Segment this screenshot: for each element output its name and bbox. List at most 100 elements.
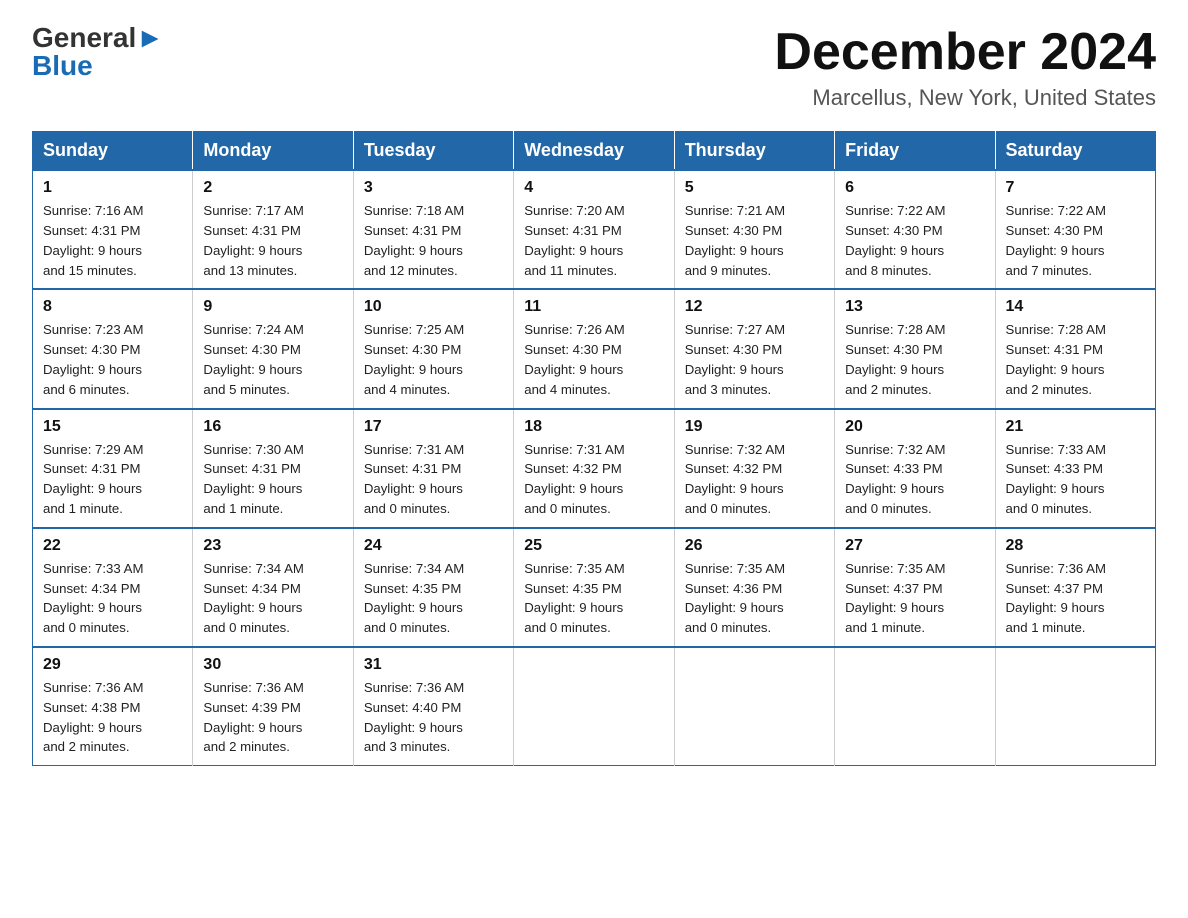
day-info: Sunrise: 7:35 AMSunset: 4:35 PMDaylight:… (524, 559, 663, 638)
header-thursday: Thursday (674, 132, 834, 171)
week-row-2: 8 Sunrise: 7:23 AMSunset: 4:30 PMDaylight… (33, 289, 1156, 408)
day-number: 13 (845, 298, 984, 316)
calendar-cell: 26 Sunrise: 7:35 AMSunset: 4:36 PMDayligh… (674, 528, 834, 647)
calendar-cell: 3 Sunrise: 7:18 AMSunset: 4:31 PMDaylight… (353, 170, 513, 289)
day-info: Sunrise: 7:36 AMSunset: 4:37 PMDaylight:… (1006, 559, 1145, 638)
location-subtitle: Marcellus, New York, United States (774, 85, 1156, 111)
calendar-cell: 2Sunrise: 7:17 AMSunset: 4:31 PMDaylight… (193, 170, 353, 289)
calendar-cell: 21Sunrise: 7:33 AMSunset: 4:33 PMDayligh… (995, 409, 1155, 528)
header-tuesday: Tuesday (353, 132, 513, 171)
calendar-cell: 20 Sunrise: 7:32 AMSunset: 4:33 PMDayligh… (835, 409, 995, 528)
calendar-header-row: SundayMondayTuesdayWednesdayThursdayFrid… (33, 132, 1156, 171)
calendar-cell: 24 Sunrise: 7:34 AMSunset: 4:35 PMDayligh… (353, 528, 513, 647)
day-info: Sunrise: 7:36 AMSunset: 4:40 PMDaylight:… (364, 678, 503, 757)
day-number: 25 (524, 537, 663, 555)
day-info: Sunrise: 7:32 AMSunset: 4:33 PMDaylight:… (845, 440, 984, 519)
calendar-cell: 22 Sunrise: 7:33 AMSunset: 4:34 PMDayligh… (33, 528, 193, 647)
day-number: 16 (203, 418, 342, 436)
calendar-cell: 30Sunrise: 7:36 AMSunset: 4:39 PMDayligh… (193, 647, 353, 766)
day-info: Sunrise: 7:35 AMSunset: 4:36 PMDaylight:… (685, 559, 824, 638)
day-info: Sunrise: 7:33 AMSunset: 4:33 PMDaylight:… (1006, 440, 1145, 519)
day-number: 17 (364, 418, 503, 436)
calendar-cell: 16 Sunrise: 7:30 AMSunset: 4:31 PMDayligh… (193, 409, 353, 528)
week-row-4: 22 Sunrise: 7:33 AMSunset: 4:34 PMDayligh… (33, 528, 1156, 647)
calendar-cell: 28 Sunrise: 7:36 AMSunset: 4:37 PMDayligh… (995, 528, 1155, 647)
day-info: Sunrise: 7:36 AMSunset: 4:38 PMDaylight:… (43, 678, 182, 757)
day-info: Sunrise: 7:30 AMSunset: 4:31 PMDaylight:… (203, 440, 342, 519)
day-number: 15 (43, 418, 182, 436)
logo-triangle-shape: ► (136, 22, 164, 53)
calendar-cell: 15 Sunrise: 7:29 AMSunset: 4:31 PMDayligh… (33, 409, 193, 528)
calendar-table: SundayMondayTuesdayWednesdayThursdayFrid… (32, 131, 1156, 766)
day-number: 14 (1006, 298, 1145, 316)
day-info: Sunrise: 7:34 AMSunset: 4:34 PMDaylight:… (203, 559, 342, 638)
day-number: 9 (203, 298, 342, 316)
day-number: 20 (845, 418, 984, 436)
calendar-cell (995, 647, 1155, 766)
day-info: Sunrise: 7:33 AMSunset: 4:34 PMDaylight:… (43, 559, 182, 638)
day-info: Sunrise: 7:28 AMSunset: 4:30 PMDaylight:… (845, 320, 984, 399)
day-number: 8 (43, 298, 182, 316)
day-number: 23 (203, 537, 342, 555)
header-wednesday: Wednesday (514, 132, 674, 171)
day-info: Sunrise: 7:34 AMSunset: 4:35 PMDaylight:… (364, 559, 503, 638)
calendar-cell: 8 Sunrise: 7:23 AMSunset: 4:30 PMDaylight… (33, 289, 193, 408)
calendar-cell: 23 Sunrise: 7:34 AMSunset: 4:34 PMDayligh… (193, 528, 353, 647)
calendar-cell: 10 Sunrise: 7:25 AMSunset: 4:30 PMDayligh… (353, 289, 513, 408)
day-info: Sunrise: 7:24 AMSunset: 4:30 PMDaylight:… (203, 320, 342, 399)
day-info: Sunrise: 7:36 AMSunset: 4:39 PMDaylight:… (203, 678, 342, 757)
calendar-cell: 17Sunrise: 7:31 AMSunset: 4:31 PMDayligh… (353, 409, 513, 528)
calendar-cell: 9 Sunrise: 7:24 AMSunset: 4:30 PMDaylight… (193, 289, 353, 408)
day-info: Sunrise: 7:18 AMSunset: 4:31 PMDaylight:… (364, 201, 503, 280)
calendar-cell: 11 Sunrise: 7:26 AMSunset: 4:30 PMDayligh… (514, 289, 674, 408)
logo: General► Blue (32, 24, 164, 80)
week-row-3: 15 Sunrise: 7:29 AMSunset: 4:31 PMDayligh… (33, 409, 1156, 528)
day-number: 12 (685, 298, 824, 316)
title-block: December 2024 Marcellus, New York, Unite… (774, 24, 1156, 111)
day-info: Sunrise: 7:31 AMSunset: 4:32 PMDaylight:… (524, 440, 663, 519)
day-info: Sunrise: 7:23 AMSunset: 4:30 PMDaylight:… (43, 320, 182, 399)
month-title: December 2024 (774, 24, 1156, 81)
day-number: 3 (364, 179, 503, 197)
logo-text-top: General► (32, 24, 164, 52)
day-number: 1 (43, 179, 182, 197)
day-number: 4 (524, 179, 663, 197)
day-number: 24 (364, 537, 503, 555)
header-sunday: Sunday (33, 132, 193, 171)
day-number: 7 (1006, 179, 1145, 197)
week-row-5: 29Sunrise: 7:36 AMSunset: 4:38 PMDayligh… (33, 647, 1156, 766)
header-monday: Monday (193, 132, 353, 171)
day-number: 26 (685, 537, 824, 555)
day-info: Sunrise: 7:22 AMSunset: 4:30 PMDaylight:… (1006, 201, 1145, 280)
calendar-cell: 4 Sunrise: 7:20 AMSunset: 4:31 PMDaylight… (514, 170, 674, 289)
calendar-cell: 7 Sunrise: 7:22 AMSunset: 4:30 PMDaylight… (995, 170, 1155, 289)
day-info: Sunrise: 7:32 AMSunset: 4:32 PMDaylight:… (685, 440, 824, 519)
day-number: 5 (685, 179, 824, 197)
day-number: 19 (685, 418, 824, 436)
calendar-cell (674, 647, 834, 766)
calendar-cell: 29Sunrise: 7:36 AMSunset: 4:38 PMDayligh… (33, 647, 193, 766)
day-info: Sunrise: 7:22 AMSunset: 4:30 PMDaylight:… (845, 201, 984, 280)
header-friday: Friday (835, 132, 995, 171)
day-number: 27 (845, 537, 984, 555)
day-info: Sunrise: 7:25 AMSunset: 4:30 PMDaylight:… (364, 320, 503, 399)
day-number: 10 (364, 298, 503, 316)
calendar-cell: 5 Sunrise: 7:21 AMSunset: 4:30 PMDaylight… (674, 170, 834, 289)
calendar-cell (835, 647, 995, 766)
day-number: 28 (1006, 537, 1145, 555)
day-number: 22 (43, 537, 182, 555)
calendar-cell: 31Sunrise: 7:36 AMSunset: 4:40 PMDayligh… (353, 647, 513, 766)
day-info: Sunrise: 7:21 AMSunset: 4:30 PMDaylight:… (685, 201, 824, 280)
day-info: Sunrise: 7:20 AMSunset: 4:31 PMDaylight:… (524, 201, 663, 280)
calendar-cell: 13 Sunrise: 7:28 AMSunset: 4:30 PMDayligh… (835, 289, 995, 408)
day-number: 18 (524, 418, 663, 436)
calendar-cell: 19 Sunrise: 7:32 AMSunset: 4:32 PMDayligh… (674, 409, 834, 528)
calendar-cell (514, 647, 674, 766)
day-info: Sunrise: 7:28 AMSunset: 4:31 PMDaylight:… (1006, 320, 1145, 399)
day-info: Sunrise: 7:26 AMSunset: 4:30 PMDaylight:… (524, 320, 663, 399)
week-row-1: 1Sunrise: 7:16 AMSunset: 4:31 PMDaylight… (33, 170, 1156, 289)
day-number: 2 (203, 179, 342, 197)
day-number: 11 (524, 298, 663, 316)
page-header: General► Blue December 2024 Marcellus, N… (32, 24, 1156, 111)
day-info: Sunrise: 7:29 AMSunset: 4:31 PMDaylight:… (43, 440, 182, 519)
